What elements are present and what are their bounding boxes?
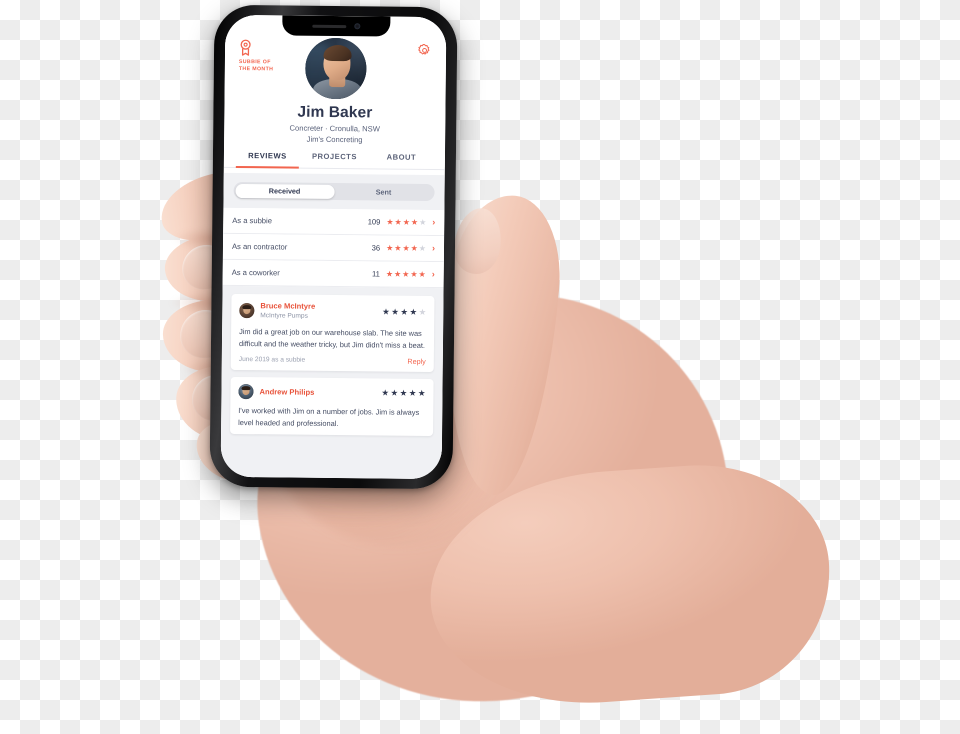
scene: SUBBIE OF THE MONTH Jim Baker Concreter … [0,0,960,734]
review-header: Bruce McIntyre McIntyre Pumps ★ ★ ★ ★ ★ [239,301,426,322]
reviewer-avatar [239,303,255,319]
segment-sent[interactable]: Sent [334,185,433,200]
review-text: Jim did a great job on our warehouse sla… [238,327,426,350]
rating-label: As an contractor [231,241,288,252]
tab-reviews[interactable]: REVIEWS [234,151,301,168]
rating-breakdown-list: As a subbie 109 ★ ★ ★ ★ ★ › As an contractor… [222,207,445,289]
thumb-nail [450,204,506,278]
smartphone-device: SUBBIE OF THE MONTH Jim Baker Concreter … [209,4,458,490]
profile-business: Jim's Concreting [306,134,363,145]
avatar[interactable] [304,37,367,100]
page-title: Jim Baker [297,103,373,122]
chevron-right-icon[interactable]: › [432,269,435,279]
front-camera-icon [353,23,360,30]
reply-link[interactable]: Reply [407,357,425,366]
earpiece-speaker [311,24,346,28]
review-date: June 2019 as a subbie [238,356,306,364]
reviewer-identity: Bruce McIntyre McIntyre Pumps [260,301,382,321]
rating-row-coworker[interactable]: As a coworker 11 ★ ★ ★ ★ ★ › [222,259,444,289]
chevron-right-icon[interactable]: › [432,217,435,227]
review-card[interactable]: Andrew Philips ★ ★ ★ ★ ★ I've worked with Ji… [230,376,434,437]
rating-stars: ★ ★ ★ ★ ★ [386,217,427,227]
rating-label: As a coworker [231,267,280,278]
award-ribbon-icon [239,39,293,57]
review-card[interactable]: Bruce McIntyre McIntyre Pumps ★ ★ ★ ★ ★ Jim … [230,293,435,373]
reviewer-avatar [238,384,254,400]
badge-line-2: THE MONTH [238,65,274,73]
app-screen: SUBBIE OF THE MONTH Jim Baker Concreter … [220,14,447,480]
review-stars: ★ ★ ★ ★ ★ [381,387,426,398]
gear-icon[interactable] [417,43,432,58]
rating-stars: ★ ★ ★ ★ ★ [385,269,426,279]
review-list: Bruce McIntyre McIntyre Pumps ★ ★ ★ ★ ★ Jim … [221,286,444,437]
segmented-control: Received Sent [233,181,435,202]
scroll-fade [220,462,442,480]
tab-projects[interactable]: PROJECTS [301,152,368,169]
wrist [422,456,838,714]
profile-photo [304,37,367,100]
rating-count: 11 [371,269,380,279]
subbie-of-the-month-badge: SUBBIE OF THE MONTH [239,39,293,74]
rating-label: As a subbie [232,215,273,226]
review-footer: June 2019 as a subbie Reply [239,355,426,366]
profile-header: SUBBIE OF THE MONTH Jim Baker Concreter … [223,14,447,171]
rating-row-contractor[interactable]: As an contractor 36 ★ ★ ★ ★ ★ › [222,233,445,263]
reviewer-company: McIntyre Pumps [260,312,308,320]
profile-trade-location: Concreter · Cronulla, NSW [289,123,380,134]
chevron-right-icon[interactable]: › [432,243,435,253]
reviews-panel: Received Sent As a subbie 109 ★ ★ ★ ★ ★ › [220,172,445,480]
rating-stars: ★ ★ ★ ★ ★ [386,243,427,253]
rating-count: 109 [367,217,381,227]
phone-display: SUBBIE OF THE MONTH Jim Baker Concreter … [220,14,447,480]
segment-received[interactable]: Received [235,183,335,199]
hand-holding-phone [0,0,960,734]
review-text: I've worked with Jim on a number of jobs… [238,406,420,428]
review-stars: ★ ★ ★ ★ ★ [382,306,427,317]
tab-about[interactable]: ABOUT [368,152,435,169]
phone-notch [281,15,390,37]
review-header: Andrew Philips ★ ★ ★ ★ ★ [238,384,426,401]
tab-bar: REVIEWS PROJECTS ABOUT [223,150,445,171]
rating-row-subbie[interactable]: As a subbie 109 ★ ★ ★ ★ ★ › [223,207,445,237]
rating-count: 36 [371,243,381,253]
reviewer-identity: Andrew Philips [259,387,381,398]
reviewer-name: Andrew Philips [259,386,315,397]
